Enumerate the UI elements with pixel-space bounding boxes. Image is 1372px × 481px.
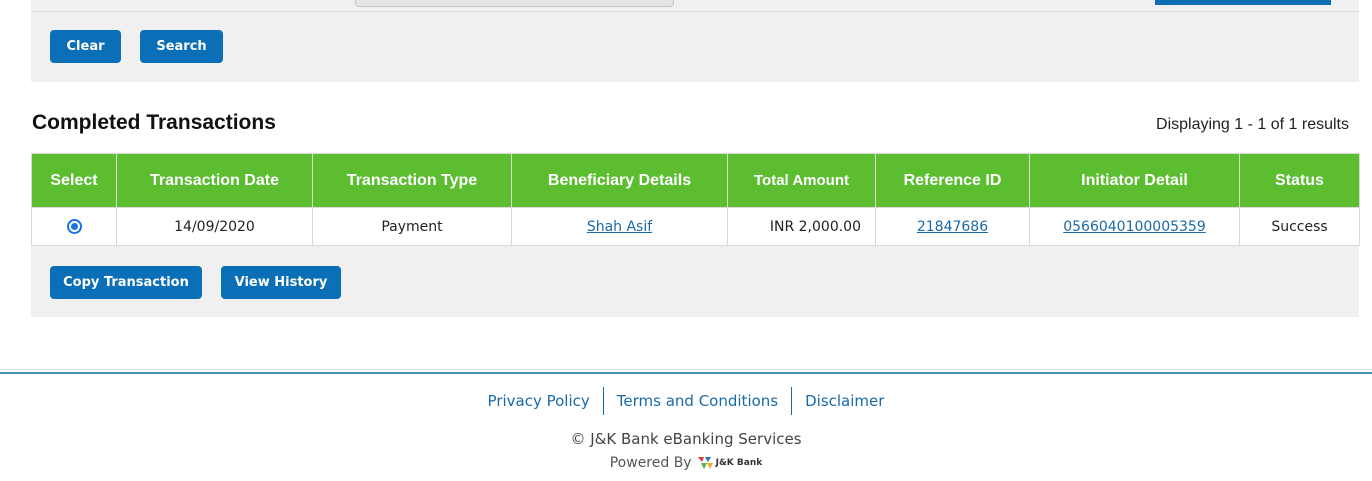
clear-button[interactable]: Clear xyxy=(50,30,121,63)
date-cell: 14/09/2020 xyxy=(116,207,313,246)
page-title: Completed Transactions xyxy=(32,111,276,134)
select-radio[interactable] xyxy=(66,219,82,234)
footer-divider xyxy=(0,369,1372,370)
column-header-type: Transaction Type xyxy=(312,153,512,208)
terms-link[interactable]: Terms and Conditions xyxy=(602,387,791,415)
type-cell: Payment xyxy=(312,207,512,246)
bank-logo-text: J&K Bank xyxy=(715,458,763,468)
view-history-button[interactable]: View History xyxy=(221,266,341,299)
powered-by: Powered By J&K Bank xyxy=(0,455,1372,471)
table-header-row: Select Transaction Date Transaction Type… xyxy=(31,153,1360,208)
column-header-reference: Reference ID xyxy=(875,153,1030,208)
transactions-table: Select Transaction Date Transaction Type… xyxy=(31,153,1360,246)
copyright-text: © J&K Bank eBanking Services xyxy=(570,430,802,448)
column-header-initiator: Initiator Detail xyxy=(1029,153,1240,208)
reference-id-link[interactable]: 21847686 xyxy=(917,219,988,235)
select-cell xyxy=(31,207,117,246)
privacy-policy-link[interactable]: Privacy Policy xyxy=(475,387,603,415)
column-header-beneficiary: Beneficiary Details xyxy=(511,153,728,208)
amount-cell: INR 2,000.00 xyxy=(727,207,876,246)
partial-action-button[interactable] xyxy=(1155,0,1331,5)
column-header-status: Status xyxy=(1239,153,1360,208)
footer-links: Privacy Policy Terms and Conditions Disc… xyxy=(0,387,1372,415)
bank-logo: J&K Bank xyxy=(697,455,763,471)
column-header-select: Select xyxy=(31,153,117,208)
initiator-cell: 0566040100005359 xyxy=(1029,207,1240,246)
powered-by-label: Powered By xyxy=(609,455,692,471)
initiator-link[interactable]: 0566040100005359 xyxy=(1063,219,1206,235)
copy-transaction-button[interactable]: Copy Transaction xyxy=(50,266,202,299)
search-panel: Clear Search xyxy=(31,0,1359,82)
results-count: Displaying 1 - 1 of 1 results xyxy=(1156,116,1349,133)
search-button[interactable]: Search xyxy=(140,30,223,63)
column-header-amount: Total Amount xyxy=(727,153,876,208)
beneficiary-cell: Shah Asif xyxy=(511,207,728,246)
search-field-partial[interactable] xyxy=(355,0,674,7)
bank-logo-icon xyxy=(697,457,713,469)
disclaimer-link[interactable]: Disclaimer xyxy=(791,387,897,415)
divider xyxy=(31,11,1359,12)
beneficiary-link[interactable]: Shah Asif xyxy=(587,219,652,235)
footer-accent-line xyxy=(0,372,1372,374)
column-header-date: Transaction Date xyxy=(116,153,313,208)
status-cell: Success xyxy=(1239,207,1360,246)
results-panel: Completed Transactions Displaying 1 - 1 … xyxy=(31,82,1360,317)
reference-cell: 21847686 xyxy=(875,207,1030,246)
table-row: 14/09/2020 Payment Shah Asif INR 2,000.0… xyxy=(31,207,1360,246)
